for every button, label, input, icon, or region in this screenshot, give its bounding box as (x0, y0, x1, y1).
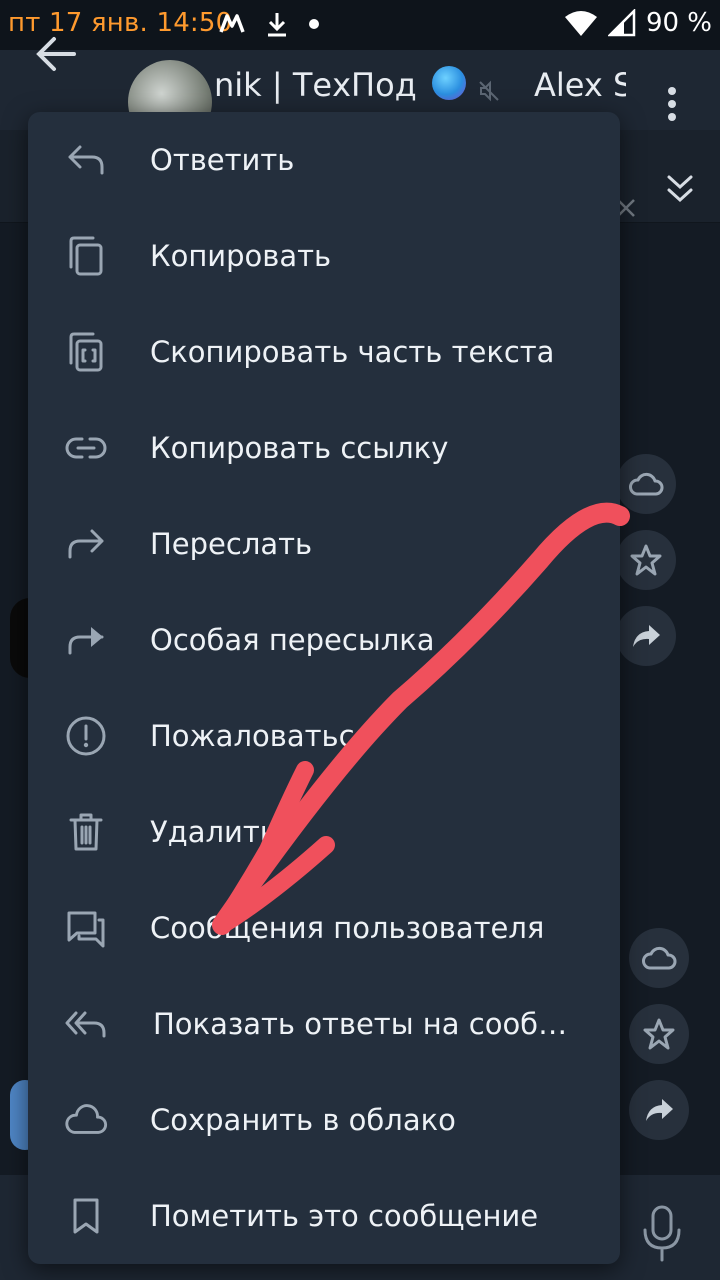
star-button[interactable] (616, 530, 676, 590)
copy-part-icon (64, 330, 108, 374)
save-to-cloud-button[interactable] (616, 454, 676, 514)
menu-item-label: Показать ответы на сообщ... (153, 1007, 583, 1041)
menu-item-label: Ответить (150, 143, 295, 177)
menu-item-forward[interactable]: Переслать (28, 496, 620, 592)
menu-item-forward-special[interactable]: Особая пересылка (28, 592, 620, 688)
menu-item-copy-part[interactable]: Скопировать часть текста (28, 304, 620, 400)
double-chevron-down-icon[interactable] (664, 172, 696, 206)
copy-icon (64, 234, 108, 278)
menu-item-label: Переслать (150, 527, 313, 561)
share-button[interactable] (629, 1080, 689, 1140)
wifi-icon (564, 9, 598, 37)
menu-item-label: Удалить (150, 815, 277, 849)
status-bar: пт 17 янв. 14:50 90 % (0, 0, 720, 50)
menu-item-label: Сохранить в облако (150, 1103, 456, 1137)
forward-icon (64, 522, 108, 566)
reply-icon (64, 138, 108, 182)
message-context-menu: Ответить Копировать Скопировать часть те… (28, 112, 620, 1264)
report-icon (64, 714, 108, 758)
delete-icon (64, 810, 108, 854)
star-button[interactable] (629, 1004, 689, 1064)
menu-item-label: Копировать (150, 239, 332, 273)
menu-item-label: Особая пересылка (150, 623, 435, 657)
chat-participant-name[interactable]: Alex S (534, 66, 626, 104)
menu-item-label: Копировать ссылку (150, 431, 449, 465)
menu-item-user-messages[interactable]: Сообщения пользователя (28, 880, 620, 976)
link-icon (64, 426, 108, 470)
battery-level: 90 % (645, 8, 712, 38)
menu-item-report[interactable]: Пожаловаться (28, 688, 620, 784)
globe-emoji-icon (432, 66, 466, 100)
menu-item-copy[interactable]: Копировать (28, 208, 620, 304)
menu-item-reply[interactable]: Ответить (28, 112, 620, 208)
share-button[interactable] (616, 606, 676, 666)
menu-item-label: Пометить это сообщение (150, 1199, 539, 1233)
bookmark-icon (64, 1194, 108, 1238)
menu-item-copy-link[interactable]: Копировать ссылку (28, 400, 620, 496)
notification-dot-icon (308, 18, 320, 30)
menu-item-label: Сообщения пользователя (150, 911, 545, 945)
more-vert-icon[interactable] (662, 86, 682, 126)
replies-icon (64, 1002, 108, 1046)
save-to-cloud-button[interactable] (629, 928, 689, 988)
menu-item-bookmark[interactable]: Пометить это сообщение (28, 1168, 620, 1264)
menu-item-label: Пожаловаться (150, 719, 372, 753)
app-logo-icon (218, 10, 246, 38)
microphone-icon[interactable] (640, 1204, 684, 1264)
mute-icon (478, 80, 500, 102)
cloud-icon (64, 1098, 108, 1142)
user-messages-icon (64, 906, 108, 950)
menu-item-save-to-cloud[interactable]: Сохранить в облако (28, 1072, 620, 1168)
menu-item-label: Скопировать часть текста (150, 335, 555, 369)
signal-icon (607, 9, 636, 37)
chat-title[interactable]: nik | ТехПод (214, 66, 417, 104)
back-arrow-icon[interactable] (34, 34, 78, 74)
forward-special-icon (64, 618, 108, 662)
menu-item-show-replies[interactable]: Показать ответы на сообщ... (28, 976, 620, 1072)
menu-item-delete[interactable]: Удалить (28, 784, 620, 880)
download-icon (264, 10, 290, 38)
